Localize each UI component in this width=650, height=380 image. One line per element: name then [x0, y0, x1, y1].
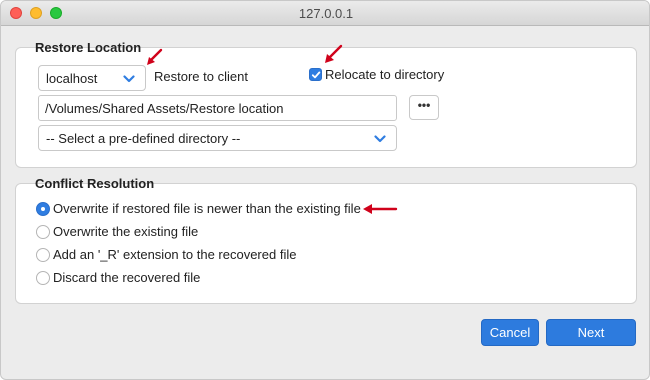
radio-button[interactable] — [36, 225, 50, 239]
title-bar: 127.0.0.1 — [1, 1, 649, 26]
radio-label: Overwrite the existing file — [53, 224, 199, 239]
radio-label: Add an '_R' extension to the recovered f… — [53, 247, 297, 262]
predefined-directory-select[interactable]: -- Select a pre-defined directory -- — [38, 125, 397, 151]
window-title: 127.0.0.1 — [298, 6, 354, 21]
cancel-button[interactable]: Cancel — [481, 319, 539, 346]
annotation-arrow-icon — [363, 204, 398, 214]
restore-location-heading: Restore Location — [35, 40, 142, 55]
dialog-window: 127.0.0.1 Restore Location localhost Res… — [0, 0, 650, 380]
radio-button[interactable] — [36, 202, 50, 216]
directory-select-value: -- Select a pre-defined directory -- — [46, 131, 241, 146]
restore-to-client-label: Restore to client — [154, 69, 248, 84]
radio-label: Discard the recovered file — [53, 270, 201, 285]
client-select[interactable]: localhost — [38, 65, 146, 91]
checkmark-icon — [311, 71, 321, 79]
conflict-resolution-heading: Conflict Resolution — [35, 176, 155, 191]
annotation-arrow-icon — [325, 44, 343, 63]
radio-button[interactable] — [36, 271, 50, 285]
restore-path-field[interactable]: /Volumes/Shared Assets/Restore location — [38, 95, 397, 121]
annotation-arrow-icon — [147, 48, 163, 65]
chevron-down-icon — [123, 75, 135, 83]
relocate-checkbox[interactable] — [309, 68, 322, 81]
radio-button[interactable] — [36, 248, 50, 262]
chevron-down-icon — [374, 135, 386, 143]
browse-button[interactable]: ••• — [409, 95, 439, 120]
radio-label: Overwrite if restored file is newer than… — [53, 201, 361, 216]
relocate-to-directory-label[interactable]: Relocate to directory — [325, 67, 444, 82]
next-button[interactable]: Next — [546, 319, 636, 346]
client-select-value: localhost — [46, 71, 98, 86]
